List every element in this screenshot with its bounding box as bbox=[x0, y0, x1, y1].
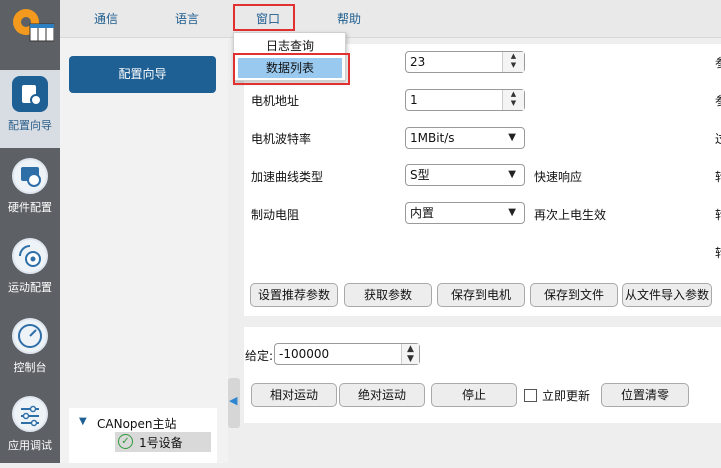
motion-panel: 给定: -100000 ▲ ▼ 相对运动 绝对运动 停止 立即更新 位置清零 bbox=[244, 327, 721, 423]
accel-curve-select[interactable]: S型 ▼ bbox=[405, 164, 525, 186]
motor-address-label: 电机地址 bbox=[251, 94, 300, 108]
motor-address-value: 1 bbox=[410, 93, 418, 107]
nav-wizard[interactable]: 配置向导 bbox=[0, 70, 60, 148]
gauge-icon bbox=[12, 318, 48, 354]
baud-rate-value: 1MBit/s bbox=[410, 131, 455, 145]
collapse-left-icon: ◀ bbox=[229, 394, 238, 407]
tree-device-row[interactable]: ✓ 1号设备 bbox=[115, 432, 211, 452]
wizard-icon bbox=[12, 76, 48, 112]
accel-note: 快速响应 bbox=[534, 170, 583, 184]
tree-root-canopen[interactable]: CANopen主站 bbox=[97, 415, 177, 432]
accel-curve-label: 加速曲线类型 bbox=[251, 170, 324, 184]
sliders-icon bbox=[12, 396, 48, 432]
chevron-down-icon: ▼ bbox=[508, 132, 516, 143]
app-logo bbox=[8, 6, 55, 42]
immediate-update-label: 立即更新 bbox=[542, 389, 591, 403]
clipped-label-4: 转 bbox=[715, 168, 721, 185]
nav-console-label: 控制台 bbox=[13, 361, 47, 374]
collapse-panel-handle[interactable]: ◀ bbox=[228, 378, 240, 428]
tree-device-label: 1号设备 bbox=[139, 436, 183, 450]
motion-gear-icon bbox=[12, 238, 48, 274]
save-to-motor-button[interactable]: 保存到电机 bbox=[437, 283, 525, 307]
clipped-label-1: 参 bbox=[715, 54, 721, 71]
hardware-gear-icon bbox=[12, 158, 48, 194]
accel-curve-value: S型 bbox=[410, 168, 430, 182]
clipped-label-6: 转 bbox=[715, 244, 721, 261]
clipped-label-2: 参 bbox=[715, 92, 721, 109]
stop-button[interactable]: 停止 bbox=[431, 383, 517, 407]
stepper-arrows-icon[interactable]: ▲ ▼ bbox=[401, 344, 419, 364]
nav-motion-label: 运动配置 bbox=[8, 281, 52, 294]
brake-note: 再次上电生效 bbox=[534, 208, 607, 222]
check-circle-icon: ✓ bbox=[118, 434, 133, 449]
nav-motion-config[interactable]: 运动配置 bbox=[0, 232, 60, 310]
nav-hardware-label: 硬件配置 bbox=[8, 201, 52, 214]
immediate-update-checkbox[interactable] bbox=[524, 389, 537, 402]
given-label: 给定: bbox=[245, 349, 274, 363]
given-value-input[interactable]: -100000 ▲ ▼ bbox=[274, 343, 420, 365]
brake-resistor-label: 制动电阻 bbox=[251, 208, 300, 222]
param-field-1[interactable]: 23 ▲ ▼ bbox=[405, 51, 525, 73]
nav-console[interactable]: 控制台 bbox=[0, 312, 60, 390]
annotation-box-data-list bbox=[233, 53, 350, 85]
device-tree: ▼ CANopen主站 ✓ 1号设备 bbox=[69, 408, 217, 463]
clipped-label-3: 过 bbox=[715, 130, 721, 147]
brake-resistor-value: 内置 bbox=[410, 206, 435, 220]
chevron-down-icon: ▼ bbox=[508, 207, 516, 218]
menu-communication[interactable]: 通信 bbox=[94, 10, 118, 27]
clipped-label-5: 转 bbox=[715, 206, 721, 223]
nav-wizard-label: 配置向导 bbox=[8, 119, 52, 132]
get-params-button[interactable]: 获取参数 bbox=[344, 283, 432, 307]
stepper-arrows-icon[interactable]: ▲ ▼ bbox=[502, 90, 524, 110]
absolute-motion-button[interactable]: 绝对运动 bbox=[339, 383, 425, 407]
set-recommended-params-button[interactable]: 设置推荐参数 bbox=[250, 283, 338, 307]
side-panel: 配置向导 bbox=[60, 38, 228, 463]
nav-app-debug[interactable]: 应用调试 bbox=[0, 390, 60, 468]
stepper-arrows-icon[interactable]: ▲ ▼ bbox=[502, 52, 524, 72]
motor-address-input[interactable]: 1 ▲ ▼ bbox=[405, 89, 525, 111]
menu-bar: 通信 语言 窗口 帮助 bbox=[60, 0, 721, 38]
brake-resistor-select[interactable]: 内置 ▼ bbox=[405, 202, 525, 224]
nav-debug-label: 应用调试 bbox=[8, 439, 52, 452]
param-field-1-value: 23 bbox=[410, 55, 426, 69]
position-clear-button[interactable]: 位置清零 bbox=[601, 383, 689, 407]
tree-expand-icon[interactable]: ▼ bbox=[79, 416, 87, 427]
config-wizard-button[interactable]: 配置向导 bbox=[69, 56, 216, 93]
annotation-box-window-menu bbox=[233, 4, 295, 31]
chevron-down-icon: ▼ bbox=[508, 169, 516, 180]
left-nav-bar: 配置向导 硬件配置 运动配置 控制台 应用调试 bbox=[0, 0, 60, 463]
baud-rate-label: 电机波特率 bbox=[251, 132, 312, 146]
save-to-file-button[interactable]: 保存到文件 bbox=[530, 283, 618, 307]
menu-language[interactable]: 语言 bbox=[175, 10, 199, 27]
nav-hardware-config[interactable]: 硬件配置 bbox=[0, 152, 60, 230]
baud-rate-select[interactable]: 1MBit/s ▼ bbox=[405, 127, 525, 149]
given-value: -100000 bbox=[279, 347, 330, 361]
import-params-from-file-button[interactable]: 从文件导入参数 bbox=[622, 283, 712, 307]
relative-motion-button[interactable]: 相对运动 bbox=[251, 383, 337, 407]
menu-help[interactable]: 帮助 bbox=[337, 10, 361, 27]
